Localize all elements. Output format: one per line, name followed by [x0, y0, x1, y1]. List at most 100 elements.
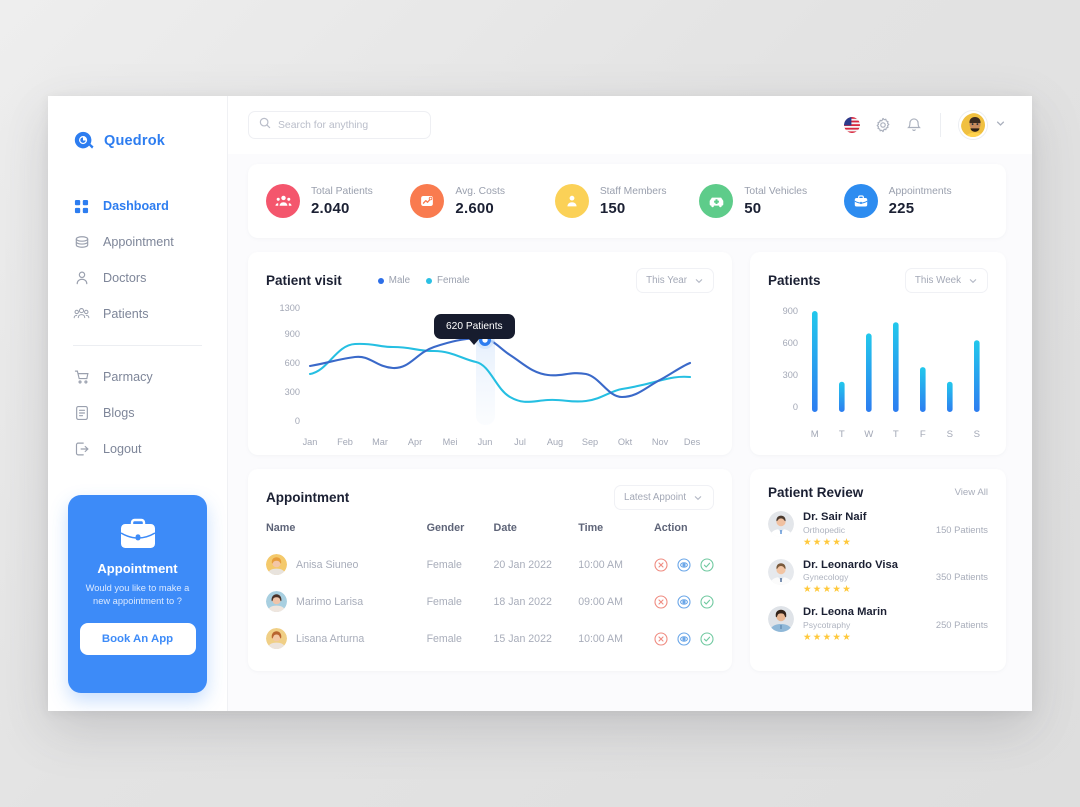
panel-title: Patient Review	[768, 485, 864, 500]
table-row[interactable]: Lisana Arturna Female 15 Jan 2022 10:00 …	[266, 620, 714, 657]
legend-item-male: Male	[377, 275, 410, 286]
stat-card-staff-members[interactable]: Staff Members 150	[554, 184, 699, 218]
bell-icon[interactable]	[906, 117, 922, 133]
doctor-specialty: Psycotraphy	[803, 619, 851, 630]
latest-appoint-filter[interactable]: Latest Appoint	[614, 485, 714, 510]
doctor-name: Dr. Leonardo Visa	[803, 558, 898, 571]
patient-avatar	[266, 628, 287, 649]
sidebar: Quedrok Dashboard Appointment Doctors Pa…	[48, 96, 228, 711]
user-avatar	[959, 111, 987, 139]
stat-value: 2.600	[455, 199, 494, 217]
doctor-avatar	[768, 606, 794, 632]
content-area: Total Patients 2.040 Avg. Costs 2.600 St…	[228, 154, 1032, 671]
stat-card-total-patients[interactable]: Total Patients 2.040	[266, 184, 410, 218]
cancel-icon[interactable]	[654, 557, 668, 572]
chevron-down-icon	[694, 495, 702, 500]
column-action: Action	[653, 522, 688, 534]
view-icon[interactable]	[677, 594, 691, 609]
doctor-review-item[interactable]: Dr. Leonardo Visa Gynecology ★★★★★ 350 P…	[768, 558, 988, 595]
sidebar-item-logout[interactable]: Logout	[48, 431, 227, 467]
patients-chart-panel: Patients This Week 900 600 300 0 M T W T…	[750, 252, 1006, 455]
stat-label: Appointments	[888, 185, 952, 197]
cancel-icon[interactable]	[654, 631, 668, 646]
legend-dot	[377, 277, 384, 284]
book-an-app-button[interactable]: Book An App	[79, 622, 196, 655]
view-all-link[interactable]: View All	[955, 487, 988, 498]
cell-time: 10:00 AM	[578, 558, 623, 571]
doctor-specialty: Orthopedic	[803, 524, 846, 535]
table-row[interactable]: Anisa Siuneo Female 20 Jan 2022 10:00 AM	[266, 546, 714, 583]
sidebar-item-blogs[interactable]: Blogs	[48, 395, 227, 431]
sidebar-item-label: Patients	[103, 307, 149, 321]
charts-row: Patient visit Male Female This Year 1300…	[248, 252, 1006, 455]
cancel-icon[interactable]	[654, 594, 668, 609]
column-date: Date	[493, 522, 517, 534]
promo-subtitle: Would you like to make a new appointment…	[85, 583, 190, 607]
stat-card-total-vehicles[interactable]: Total Vehicles 50	[699, 184, 843, 218]
sidebar-item-parmacy[interactable]: Parmacy	[48, 359, 227, 395]
topbar-actions	[844, 111, 1006, 139]
stat-card-avg-costs[interactable]: Avg. Costs 2.600	[410, 184, 554, 218]
bar-thu	[893, 322, 899, 412]
search-bar[interactable]	[248, 111, 431, 139]
this-week-filter[interactable]: This Week	[904, 268, 988, 293]
bar-chart-svg: 900 600 300 0 M T W T F S S	[783, 306, 980, 440]
chevron-down-icon	[995, 116, 1006, 134]
cell-gender: Female	[426, 632, 462, 645]
chevron-down-icon	[969, 278, 977, 283]
patient-name: Marimo Larisa	[296, 595, 364, 608]
column-time: Time	[578, 522, 604, 534]
svg-text:600: 600	[285, 358, 300, 368]
svg-text:F: F	[920, 429, 926, 440]
patient-count: 350 Patients	[935, 571, 988, 583]
rating-stars: ★★★★★	[803, 631, 853, 643]
cell-date: 18 Jan 2022	[493, 595, 552, 608]
promo-title: Appointment	[97, 561, 178, 576]
svg-text:T: T	[893, 429, 899, 440]
legend-label: Female	[437, 275, 470, 286]
cell-name: Anisa Siuneo	[266, 546, 427, 583]
patients-chart-header: Patients This Week	[768, 268, 988, 293]
sidebar-item-label: Doctors	[103, 271, 147, 285]
sidebar-item-doctors[interactable]: Doctors	[48, 260, 227, 296]
appointment-header: Appointment Latest Appoint	[266, 485, 714, 510]
gear-icon[interactable]	[875, 117, 891, 133]
cell-action	[654, 583, 714, 620]
sidebar-item-label: Dashboard	[103, 199, 169, 213]
approve-icon[interactable]	[700, 594, 714, 609]
approve-icon[interactable]	[700, 557, 714, 572]
approve-icon[interactable]	[700, 631, 714, 646]
briefcase-icon	[118, 517, 158, 551]
svg-text:Jan: Jan	[303, 437, 318, 447]
cell-name: Lisana Arturna	[266, 620, 427, 657]
table-row[interactable]: Marimo Larisa Female 18 Jan 2022 09:00 A…	[266, 583, 714, 620]
stat-card-appointments[interactable]: Appointments 225	[843, 184, 988, 218]
stat-value: 50	[744, 199, 762, 217]
cell-date: 20 Jan 2022	[493, 558, 552, 571]
svg-text:S: S	[974, 429, 980, 440]
doctor-avatar	[768, 558, 794, 585]
search-input[interactable]	[278, 119, 420, 131]
this-year-filter[interactable]: This Year	[636, 268, 714, 293]
sidebar-item-patients[interactable]: Patients	[48, 296, 227, 332]
doctor-review-item[interactable]: Dr. Sair Naif Orthopedic ★★★★★ 150 Patie…	[768, 511, 988, 548]
patient-count: 250 Patients	[935, 618, 988, 630]
panel-title: Appointment	[266, 490, 350, 505]
user-menu[interactable]	[959, 111, 1006, 139]
patient-count: 150 Patients	[935, 523, 988, 535]
view-icon[interactable]	[677, 631, 691, 646]
table-header-row: Name Gender Date Time Action	[266, 522, 714, 546]
brand-logo-block: Quedrok	[48, 124, 227, 158]
patient-avatar	[266, 554, 287, 575]
us-flag-icon[interactable]	[844, 117, 860, 133]
svg-text:300: 300	[285, 387, 300, 397]
sidebar-item-appointment[interactable]: Appointment	[48, 224, 227, 260]
users-icon	[73, 306, 90, 323]
chart-up-icon	[410, 184, 445, 218]
legend-item-female: Female	[426, 275, 470, 286]
doctor-specialty: Gynecology	[803, 572, 849, 582]
doctor-review-item[interactable]: Dr. Leona Marin Psycotraphy ★★★★★ 250 Pa…	[768, 606, 988, 643]
view-icon[interactable]	[677, 557, 691, 572]
sidebar-item-dashboard[interactable]: Dashboard	[48, 188, 227, 224]
bar-sun	[974, 340, 980, 412]
